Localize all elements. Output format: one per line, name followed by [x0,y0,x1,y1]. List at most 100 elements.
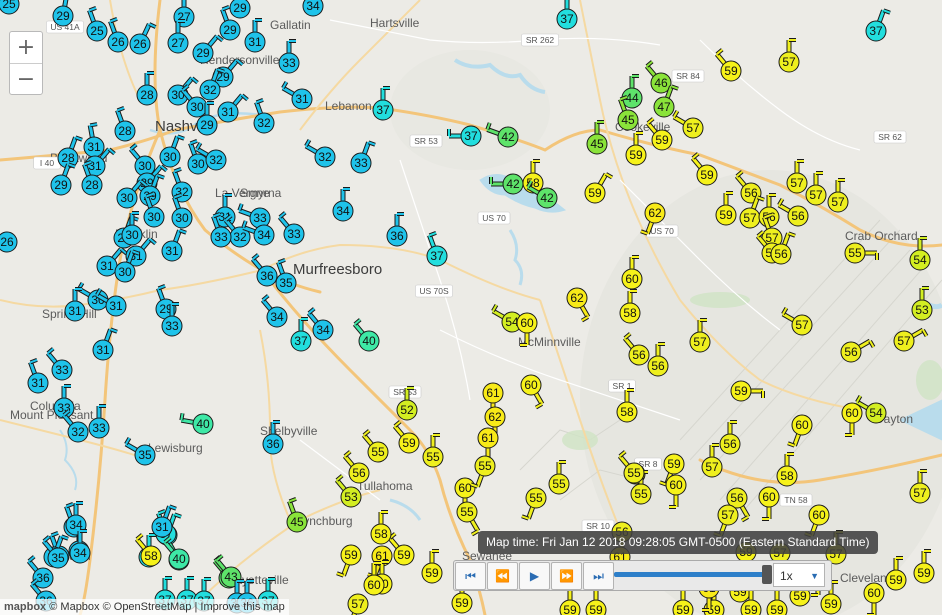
station-marker[interactable]: 56 [777,197,809,227]
station-marker[interactable]: 59 [336,544,362,578]
station-marker[interactable]: 29 [192,34,224,64]
station-marker[interactable]: 59 [585,586,607,615]
step-forward-button[interactable]: ⏩ [551,562,582,590]
station-marker[interactable]: 57 [701,443,723,478]
station-marker[interactable]: 25 [86,6,108,42]
station-marker[interactable]: 59 [625,131,647,166]
station-marker[interactable]: 60 [787,414,813,448]
station-marker[interactable]: 35 [124,436,156,466]
station-marker[interactable]: 26 [0,225,18,253]
station-marker[interactable]: 40 [352,318,380,352]
skip-to-end-button[interactable]: ⏭ [583,562,614,590]
station-marker[interactable]: 57 [781,306,813,336]
station-marker[interactable]: 45 [586,120,608,155]
weather-map[interactable]: GallatinHartsvilleHendersonvilleLebanonN… [0,0,942,615]
station-marker[interactable]: 55 [422,433,444,468]
station-marker[interactable]: 56 [719,420,741,455]
station-marker[interactable]: 57 [909,469,931,504]
station-marker[interactable]: 40 [179,412,214,435]
zoom-in-button[interactable]: + [10,32,42,63]
station-marker[interactable]: 54 [909,236,931,271]
station-marker[interactable]: 28 [136,71,158,106]
station-marker[interactable]: 37 [372,86,394,121]
station-marker[interactable]: 59 [690,152,718,186]
station-marker[interactable]: 57 [786,159,808,194]
station-marker[interactable]: 34 [332,187,354,222]
station-marker[interactable]: 57 [689,318,711,353]
station-marker[interactable]: 30 [159,134,185,168]
station-marker[interactable]: 33 [350,140,376,174]
station-marker[interactable]: 59 [584,172,614,204]
station-marker[interactable]: 55 [361,429,389,463]
time-slider-track[interactable] [614,572,770,577]
station-marker[interactable]: 33 [278,39,300,74]
station-marker[interactable]: 29 [52,0,74,27]
station-marker[interactable]: 61 [477,427,499,462]
station-marker[interactable]: 58 [776,452,798,487]
station-marker[interactable]: 59 [392,420,420,454]
station-marker[interactable]: 53 [911,286,933,321]
station-marker[interactable]: 56 [840,338,876,363]
station-marker[interactable]: 45 [286,497,308,533]
station-marker[interactable]: 36 [250,253,278,287]
station-marker[interactable]: 32 [304,138,336,168]
station-marker[interactable]: 60 [520,374,545,410]
station-marker[interactable]: 33 [88,404,110,439]
station-marker[interactable]: 31 [83,122,105,158]
station-marker[interactable]: 59 [559,586,581,615]
station-marker[interactable]: 55 [617,450,645,484]
station-marker[interactable]: 37 [447,125,482,147]
station-marker[interactable]: 56 [622,332,650,366]
station-marker[interactable]: 31 [217,93,249,123]
station-marker[interactable]: 34 [302,0,324,17]
station-marker[interactable]: 55 [470,455,496,489]
station-marker[interactable]: 57 [778,38,800,73]
station-marker[interactable]: 60 [621,255,643,290]
station-marker[interactable]: 60 [758,486,780,521]
station-marker[interactable]: 59 [714,48,742,82]
station-marker[interactable]: 42 [485,122,519,148]
station-marker[interactable]: 59 [885,556,907,591]
station-marker[interactable]: 31 [161,228,187,262]
station-marker[interactable]: 37 [426,231,448,267]
station-marker[interactable]: 28 [114,106,136,142]
station-marker[interactable]: 59 [913,549,935,584]
station-marker[interactable]: 58 [616,388,638,423]
step-back-button[interactable]: ⏪ [487,562,518,590]
station-marker[interactable]: 30 [128,143,156,177]
station-marker[interactable]: 56 [342,450,370,484]
station-marker[interactable]: 42 [489,173,524,195]
station-marker[interactable]: 26 [129,22,157,55]
station-marker[interactable]: 25 [0,0,20,15]
station-marker[interactable]: 33 [277,211,305,245]
station-marker[interactable]: 31 [244,18,266,53]
station-marker[interactable]: 57 [344,593,369,615]
station-marker[interactable]: 57 [672,109,704,139]
station-marker[interactable]: 31 [281,80,313,110]
station-marker[interactable]: 60 [841,402,863,437]
station-marker[interactable]: 57 [805,171,827,206]
station-marker[interactable]: 59 [421,549,443,584]
station-marker[interactable]: 57 [827,178,849,213]
station-marker[interactable]: 46 [644,60,672,94]
skip-to-start-button[interactable]: ⏮ [455,562,486,590]
station-marker[interactable]: 59 [672,586,694,615]
station-marker[interactable]: 62 [566,287,591,323]
station-marker[interactable]: 62 [640,202,666,236]
play-button[interactable]: ▶ [519,562,550,590]
station-marker[interactable]: 44 [621,74,643,109]
station-marker[interactable]: 34 [260,294,288,328]
station-marker[interactable]: 59 [715,191,737,226]
station-marker[interactable]: 60 [665,474,687,509]
zoom-out-button[interactable]: − [10,64,42,95]
station-marker[interactable]: 52 [396,386,418,421]
station-marker[interactable]: 31 [92,327,118,361]
station-marker[interactable]: 31 [64,287,86,322]
station-marker[interactable]: 32 [253,98,275,134]
station-marker[interactable]: 57 [893,327,929,352]
station-marker[interactable]: 31 [27,358,49,394]
improve-map-link[interactable]: Improve this map [200,601,284,613]
station-marker[interactable]: 60 [863,582,885,615]
station-marker[interactable]: 29 [50,162,76,196]
station-marker[interactable]: 55 [456,501,481,537]
